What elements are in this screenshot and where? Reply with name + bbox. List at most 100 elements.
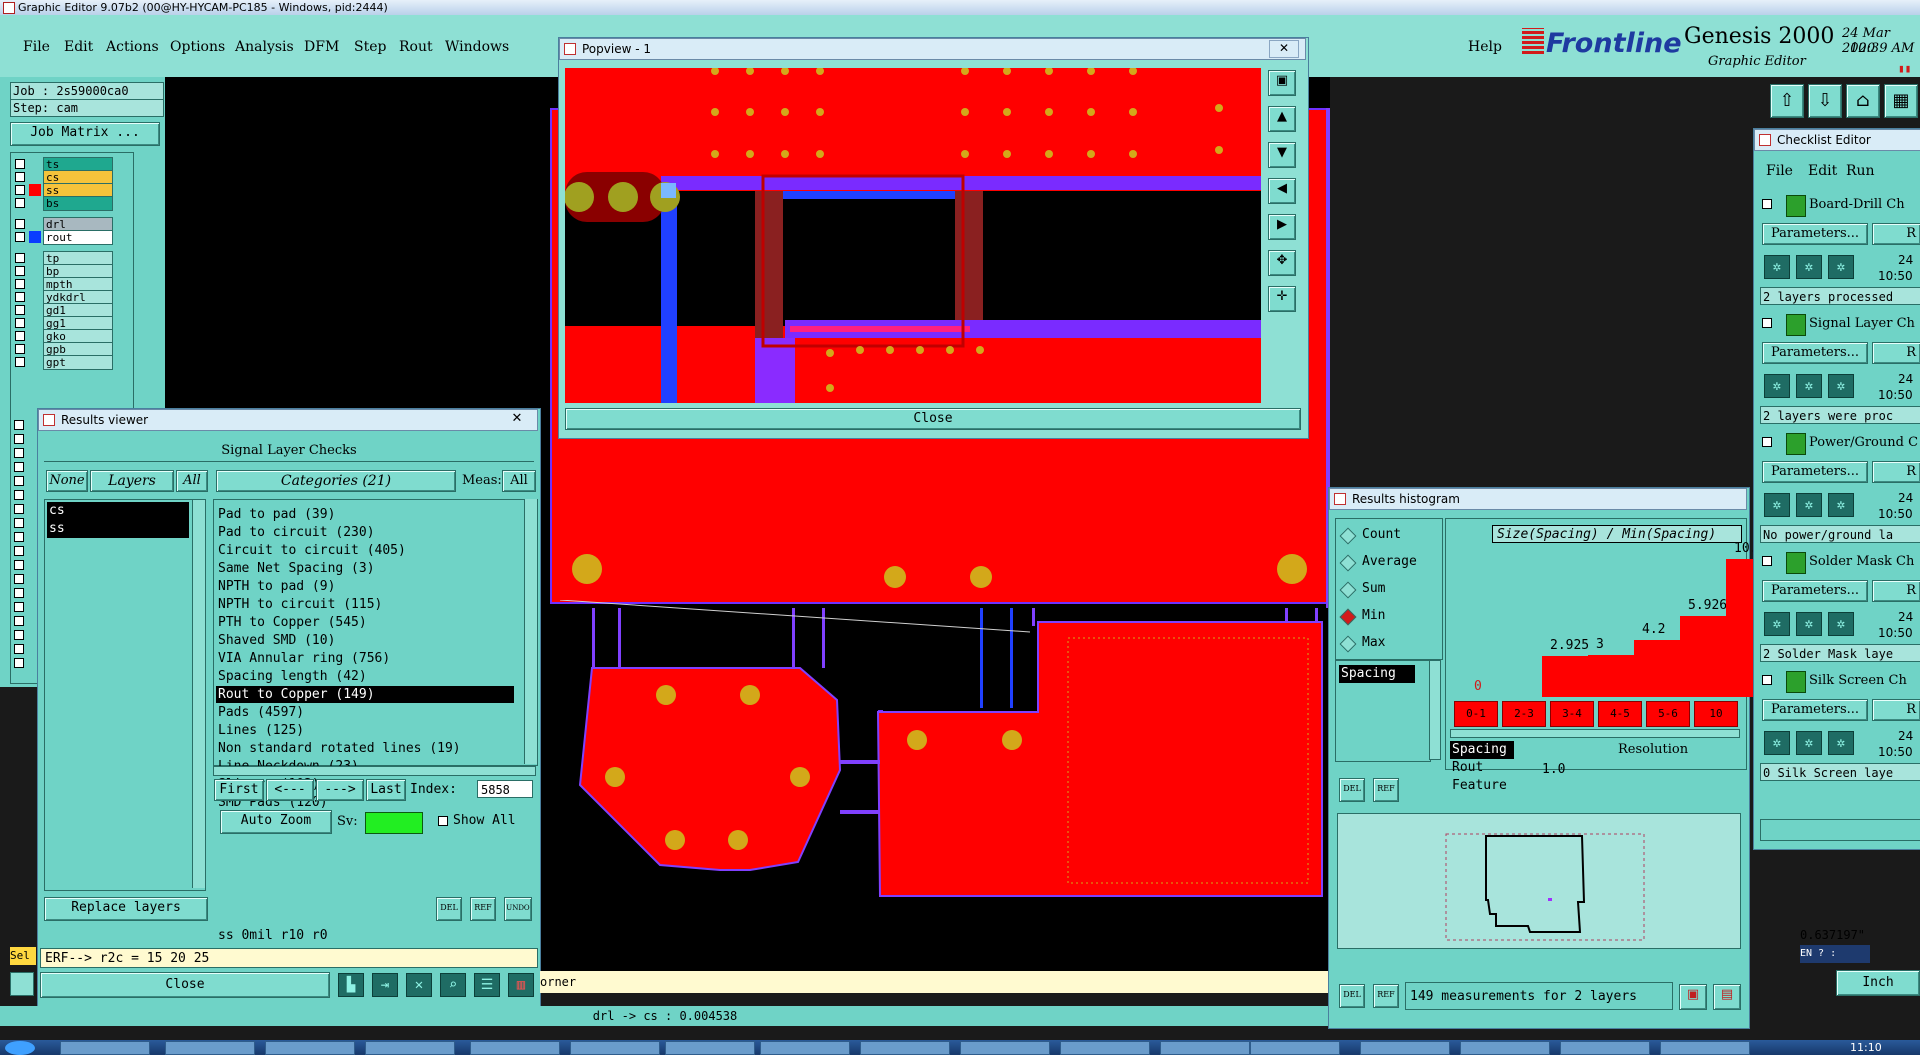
layer-checkbox[interactable] <box>14 518 24 528</box>
pan-up-icon[interactable]: ▲ <box>1268 106 1296 132</box>
layer-checkbox[interactable] <box>14 434 24 444</box>
histogram-bar[interactable] <box>1588 655 1634 697</box>
run-check-icon[interactable]: ✲ <box>1764 493 1790 517</box>
layer-row[interactable]: ts <box>15 157 129 172</box>
run-check-icon[interactable]: ✲ <box>1796 731 1822 755</box>
scrollbar[interactable] <box>192 500 205 888</box>
zoom-in-icon[interactable]: ▣ <box>1268 70 1296 96</box>
layer-color-swatch[interactable] <box>29 158 41 170</box>
checklist-menu-edit[interactable]: Edit <box>1808 163 1837 179</box>
fit-icon[interactable]: ✥ <box>1268 250 1296 276</box>
layer-row[interactable]: gko <box>15 329 129 344</box>
next-button[interactable]: ---> <box>316 779 364 801</box>
layer-checkbox[interactable] <box>15 172 25 182</box>
menu-edit[interactable]: Edit <box>64 39 93 55</box>
close-icon[interactable]: ✕ <box>503 411 531 427</box>
list-item[interactable]: NPTH to pad (9) <box>216 578 514 595</box>
start-button[interactable] <box>5 1041 35 1055</box>
menu-help[interactable]: Help <box>1468 39 1502 55</box>
layer-color-swatch[interactable] <box>29 231 41 243</box>
left-tool-icon[interactable] <box>10 972 34 996</box>
run-check-icon[interactable]: ✲ <box>1764 255 1790 279</box>
category-scrollbar[interactable] <box>524 499 537 764</box>
taskbar-app[interactable] <box>570 1041 660 1055</box>
layer-checkbox[interactable] <box>14 616 24 626</box>
run-check-icon[interactable]: ✲ <box>1764 612 1790 636</box>
layer-checkbox[interactable] <box>15 185 25 195</box>
radio-icon[interactable] <box>1339 635 1357 653</box>
layer-color-swatch[interactable] <box>29 291 41 303</box>
results-close-button[interactable]: Close <box>40 972 330 998</box>
layer-row[interactable]: gpt <box>15 355 129 370</box>
menu-windows[interactable]: Windows <box>445 39 509 55</box>
layer-color-swatch[interactable] <box>29 356 41 368</box>
taskbar-app[interactable] <box>1560 1041 1650 1055</box>
categories-button[interactable]: Categories (21) <box>216 470 456 492</box>
radio-icon[interactable] <box>1339 608 1357 626</box>
layer-color-swatch[interactable] <box>29 304 41 316</box>
layer-checkbox[interactable] <box>15 219 25 229</box>
horizontal-scrollbar[interactable] <box>213 766 536 776</box>
checklist-checkbox[interactable] <box>1762 199 1772 209</box>
category-list[interactable]: Pad to pad (39) Pad to circuit (230) Circu… <box>213 499 538 810</box>
histogram-side-scrollbar[interactable] <box>1429 660 1441 760</box>
layer-row[interactable]: drl <box>15 217 129 232</box>
taskbar-app[interactable] <box>760 1041 850 1055</box>
layer-checkbox[interactable] <box>14 546 24 556</box>
taskbar-app[interactable] <box>470 1041 560 1055</box>
histogram-side-list[interactable]: Spacing <box>1335 660 1431 762</box>
layer-checkbox[interactable] <box>15 344 25 354</box>
layer-checkbox[interactable] <box>14 560 24 570</box>
layer-row[interactable]: ydkdrl <box>15 290 129 305</box>
taskbar-app[interactable] <box>1360 1041 1450 1055</box>
layer-checkbox[interactable] <box>14 420 24 430</box>
layer-color-swatch[interactable] <box>29 265 41 277</box>
layer-row[interactable]: gpb <box>15 342 129 357</box>
unit-select[interactable]: Inch <box>1836 970 1920 996</box>
meas-select[interactable]: All <box>502 470 536 492</box>
menu-rout[interactable]: Rout <box>399 39 433 55</box>
parameters-button[interactable]: Parameters... <box>1762 461 1868 483</box>
list-item[interactable]: Same Net Spacing (3) <box>216 560 514 577</box>
checklist-checkbox[interactable] <box>1762 556 1772 566</box>
layer-results-list[interactable]: cs ss <box>44 499 206 891</box>
center-icon[interactable]: ✛ <box>1268 286 1296 312</box>
taskbar-app[interactable] <box>60 1041 150 1055</box>
run-check-icon[interactable]: ✲ <box>1828 612 1854 636</box>
none-button[interactable]: None <box>46 470 88 492</box>
run-button[interactable]: R <box>1872 223 1920 245</box>
load-icon[interactable]: ⇩ <box>1808 84 1842 118</box>
run-check-icon[interactable]: ✲ <box>1828 255 1854 279</box>
layer-color-swatch[interactable] <box>29 343 41 355</box>
layer-checkbox[interactable] <box>14 462 24 472</box>
layer-checkbox[interactable] <box>15 318 25 328</box>
layers-icon[interactable]: ▦ <box>1884 84 1918 118</box>
radio-icon[interactable] <box>1339 554 1357 572</box>
layer-color-swatch[interactable] <box>29 330 41 342</box>
layer-checkbox[interactable] <box>14 602 24 612</box>
list-item[interactable]: cs <box>47 502 189 520</box>
index-input[interactable]: 5858 <box>477 780 533 798</box>
layer-row[interactable]: mpth <box>15 277 129 292</box>
layer-row[interactable]: bp <box>15 264 129 279</box>
list-item[interactable]: Spacing <box>1339 665 1415 683</box>
mode-list[interactable]: Spacing Rout Feature <box>1448 741 1514 801</box>
taskbar-app[interactable] <box>960 1041 1050 1055</box>
run-button[interactable]: R <box>1872 699 1920 721</box>
pan-down-icon[interactable]: ▼ <box>1268 142 1296 168</box>
close-icon[interactable]: ✕ <box>1269 40 1299 58</box>
list-item[interactable]: Pads (4597) <box>216 704 514 721</box>
list-item[interactable]: Lines (125) <box>216 722 514 739</box>
menu-step[interactable]: Step <box>354 39 386 55</box>
layer-color-swatch[interactable] <box>29 197 41 209</box>
layer-color-swatch[interactable] <box>29 184 41 196</box>
ref-button[interactable]: REF <box>1373 778 1399 802</box>
layer-checkbox[interactable] <box>15 305 25 315</box>
print-icon[interactable]: ▤ <box>1713 984 1741 1010</box>
last-button[interactable]: Last <box>366 779 406 801</box>
parameters-button[interactable]: Parameters... <box>1762 342 1868 364</box>
auto-zoom-select[interactable]: Auto Zoom <box>220 810 332 834</box>
popview-canvas[interactable] <box>565 68 1261 403</box>
layer-color-swatch[interactable] <box>29 278 41 290</box>
layer-checkbox[interactable] <box>15 331 25 341</box>
